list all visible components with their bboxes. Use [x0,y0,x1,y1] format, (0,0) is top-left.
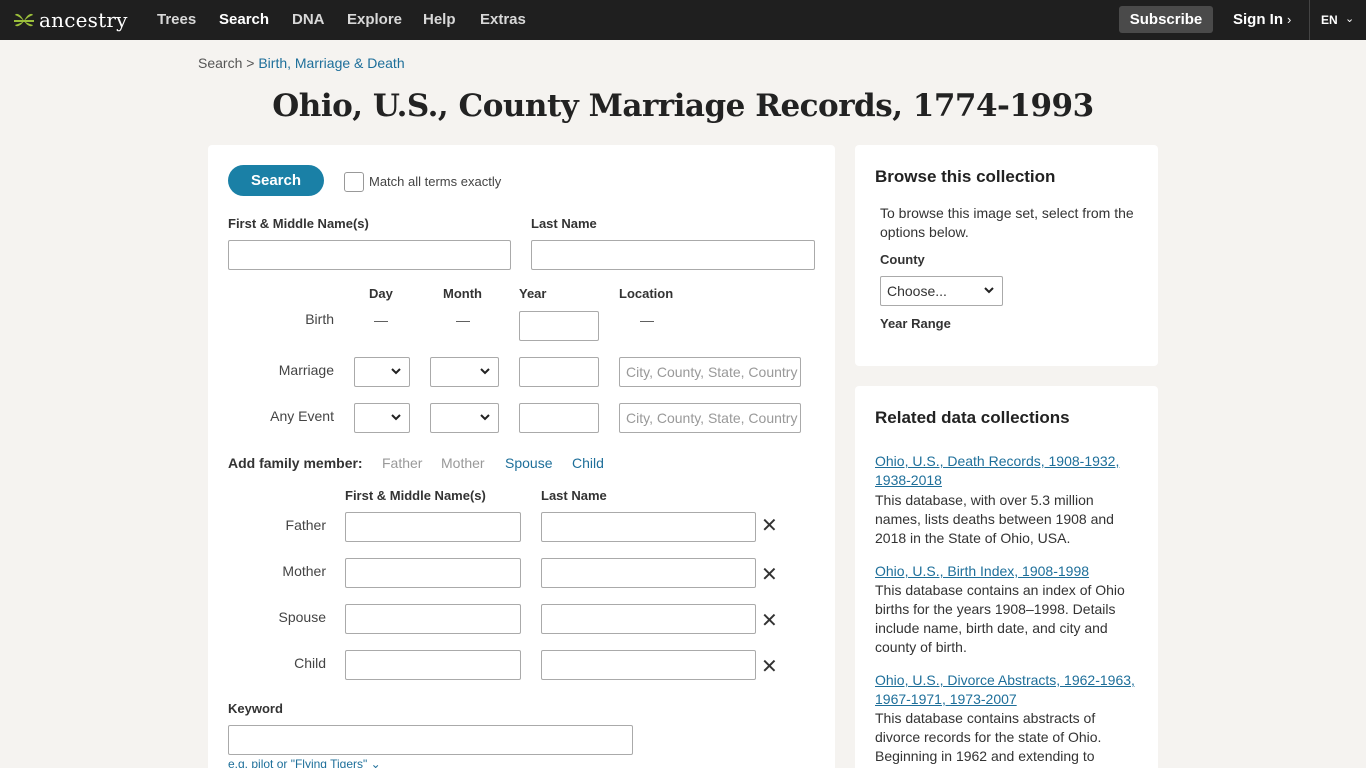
related-title: Related data collections [875,408,1070,427]
birth-location-dash: — [640,312,654,328]
father-last-name-input[interactable] [541,512,756,542]
close-icon[interactable]: ✕ [761,516,778,536]
nav-divider [1309,0,1310,40]
breadcrumb-current[interactable]: Birth, Marriage & Death [258,55,404,71]
mother-last-name-input[interactable] [541,558,756,588]
keyword-hint-text: e.g. pilot or "Flying Tigers" [228,757,368,768]
family-first-name-label: First & Middle Name(s) [345,488,486,503]
related-desc-death-records: This database, with over 5.3 million nam… [875,492,1114,546]
chevron-down-icon [391,368,401,375]
add-mother-link[interactable]: Mother [441,455,485,471]
nav-dna[interactable]: DNA [292,11,325,28]
child-first-name-input[interactable] [345,650,521,680]
chevron-down-icon [984,287,994,294]
marriage-row-label: Marriage [278,362,334,378]
close-icon[interactable]: ✕ [761,657,778,677]
family-last-name-label: Last Name [541,488,607,503]
chevron-down-icon: ⌄ [370,757,381,768]
language-selector[interactable]: EN [1321,13,1338,27]
county-select-value: Choose... [887,283,947,299]
location-column-label: Location [619,286,674,301]
keyword-hint-link[interactable]: e.g. pilot or "Flying Tigers" ⌄ [228,757,381,768]
related-link-birth-index[interactable]: Ohio, U.S., Birth Index, 1908-1998 [875,562,1140,581]
logo-text: ancestry [39,8,128,32]
marriage-month-select[interactable] [430,357,499,387]
spouse-last-name-input[interactable] [541,604,756,634]
chevron-down-icon [391,414,401,421]
marriage-day-select[interactable] [354,357,410,387]
any-event-year-input[interactable] [519,403,599,433]
county-select[interactable]: Choose... [880,276,1003,306]
last-name-label: Last Name [531,216,597,231]
breadcrumb: Search > Birth, Marriage & Death [198,55,405,71]
month-column-label: Month [443,286,482,301]
nav-explore[interactable]: Explore [347,11,402,28]
nav-trees[interactable]: Trees [157,11,196,28]
year-column-label: Year [519,286,547,301]
ancestry-logo[interactable]: ancestry [12,7,128,33]
add-family-member-label: Add family member: [228,455,363,471]
browse-description: To browse this image set, select from th… [880,205,1134,240]
close-icon[interactable]: ✕ [761,565,778,585]
related-desc-birth-index: This database contains an index of Ohio … [875,582,1125,655]
add-child-link[interactable]: Child [572,455,604,471]
nav-search[interactable]: Search [219,11,269,28]
first-name-label: First & Middle Name(s) [228,216,369,231]
any-event-month-select[interactable] [430,403,499,433]
any-event-location-input[interactable]: City, County, State, Country [619,403,801,433]
add-father-link[interactable]: Father [382,455,422,471]
sign-in-link[interactable]: Sign In [1233,11,1283,28]
match-exact-label: Match all terms exactly [369,174,502,189]
birth-day-dash: — [374,312,388,328]
father-first-name-input[interactable] [345,512,521,542]
nav-extras[interactable]: Extras [480,11,526,28]
breadcrumb-root[interactable]: Search [198,55,242,71]
related-desc-divorce-abstracts: This database contains abstracts of divo… [875,710,1102,764]
related-link-death-records[interactable]: Ohio, U.S., Death Records, 1908-1932, 19… [875,452,1140,490]
match-exact-checkbox[interactable] [344,172,364,192]
year-range-label: Year Range [880,316,951,331]
day-column-label: Day [369,286,393,301]
county-label: County [880,252,925,267]
child-row-label: Child [294,655,326,671]
top-navigation: ancestry Trees Search DNA Explore Help E… [0,0,1366,40]
birth-year-input[interactable] [519,311,599,341]
spouse-row-label: Spouse [278,609,326,625]
ancestry-leaf-logo-icon [14,13,34,27]
subscribe-button[interactable]: Subscribe [1119,6,1213,33]
mother-first-name-input[interactable] [345,558,521,588]
keyword-input[interactable] [228,725,633,755]
search-button[interactable]: Search [228,165,324,196]
any-event-day-select[interactable] [354,403,410,433]
first-name-input[interactable] [228,240,511,270]
birth-row-label: Birth [305,311,334,327]
marriage-location-input[interactable]: City, County, State, Country [619,357,801,387]
keyword-label: Keyword [228,701,283,716]
nav-help[interactable]: Help [423,11,456,28]
marriage-year-input[interactable] [519,357,599,387]
breadcrumb-separator: > [246,55,255,71]
page-title: Ohio, U.S., County Marriage Records, 177… [272,88,1094,124]
spouse-first-name-input[interactable] [345,604,521,634]
related-link-divorce-abstracts[interactable]: Ohio, U.S., Divorce Abstracts, 1962-1963… [875,671,1140,709]
father-row-label: Father [285,517,326,533]
chevron-down-icon [480,368,490,375]
close-icon[interactable]: ✕ [761,611,778,631]
any-event-row-label: Any Event [270,408,334,424]
chevron-down-icon [480,414,490,421]
browse-title: Browse this collection [875,167,1056,186]
chevron-down-icon: ⌄ [1345,13,1355,25]
add-spouse-link[interactable]: Spouse [505,455,552,471]
last-name-input[interactable] [531,240,815,270]
mother-row-label: Mother [282,563,326,579]
chevron-right-icon: › [1287,12,1292,27]
birth-month-dash: — [456,312,470,328]
child-last-name-input[interactable] [541,650,756,680]
